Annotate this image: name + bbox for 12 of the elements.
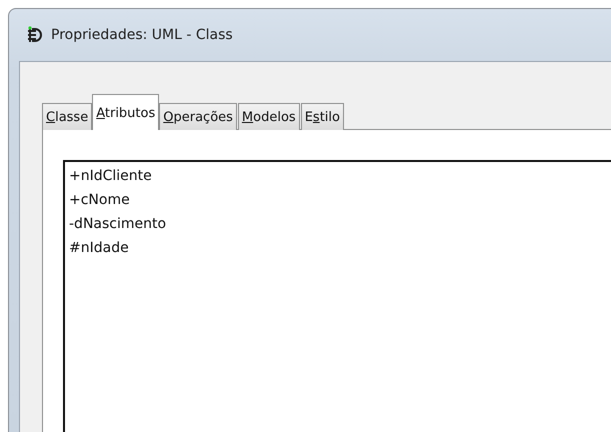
attribute-item[interactable]: #nIdade (69, 240, 129, 256)
class-icon (27, 26, 45, 44)
tab[interactable]: Classe (42, 103, 92, 130)
tab[interactable]: Operações (159, 103, 237, 130)
tab[interactable]: Estilo (300, 103, 344, 130)
window-title: Propriedades: UML - Class (51, 27, 233, 43)
attribute-item[interactable]: +cNome (69, 192, 130, 208)
attribute-list[interactable]: +nIdCliente +cNome -dNascimento #nIdade (63, 160, 611, 432)
attribute-item[interactable]: +nIdCliente (69, 168, 152, 184)
tab[interactable]: Modelos (238, 103, 300, 130)
tab[interactable]: Atributos (92, 94, 160, 130)
attribute-item[interactable]: -dNascimento (69, 216, 166, 232)
